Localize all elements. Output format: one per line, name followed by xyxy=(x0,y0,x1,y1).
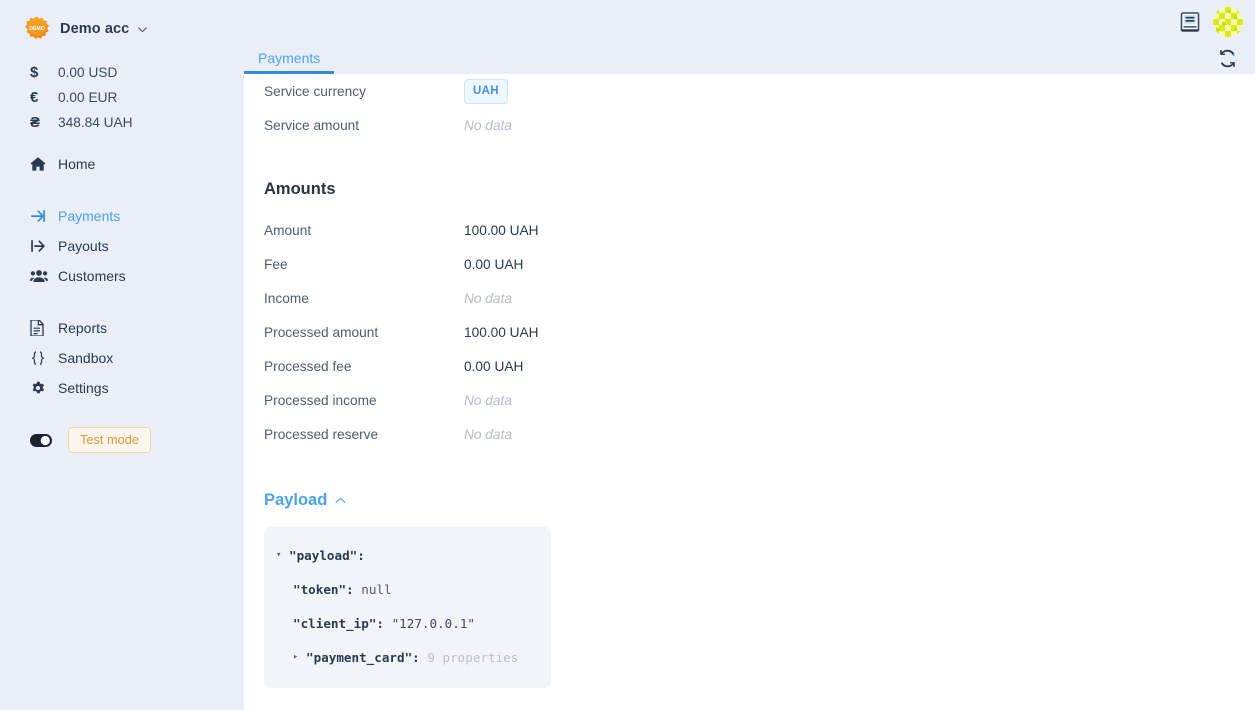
json-key-token: "token": xyxy=(293,582,354,597)
row-label-service-amount: Service amount xyxy=(264,118,464,133)
row-service-currency: Service currency UAH xyxy=(264,74,1255,108)
sidebar-item-label-customers: Customers xyxy=(58,268,126,284)
row-label-processed-amount: Processed amount xyxy=(264,325,464,340)
row-label-service-currency: Service currency xyxy=(264,84,464,99)
payload-toggle[interactable]: Payload xyxy=(264,491,347,510)
json-line-client-ip: "client_ip": "127.0.0.1" xyxy=(264,606,551,640)
document-icon xyxy=(30,320,58,336)
user-avatar-identicon[interactable] xyxy=(1213,7,1243,37)
nav-group-primary: Home xyxy=(0,149,244,179)
row-label-fee: Fee xyxy=(264,257,464,272)
caret-down-icon[interactable]: ▾ xyxy=(276,551,289,560)
main-area: Payments Service currency UAH Service am… xyxy=(244,0,1255,710)
sign-out-arrow-icon xyxy=(30,238,58,254)
json-line-payment-card[interactable]: ▸"payment_card": 9 properties xyxy=(264,640,551,674)
sidebar-item-label-payments: Payments xyxy=(58,208,120,224)
payload-json-viewer: ▾"payload": "token": null "client_ip": "… xyxy=(264,526,551,688)
caret-right-icon[interactable]: ▸ xyxy=(293,653,306,662)
sidebar-nav: Home Payments xyxy=(0,149,244,455)
row-value-processed-amount: 100.00 UAH xyxy=(464,325,539,340)
nav-group-tools: Reports Sandbox xyxy=(0,313,244,403)
tab-strip: Payments xyxy=(244,44,1255,74)
balance-row-eur: € 0.00 EUR xyxy=(0,85,244,110)
payload-title: Payload xyxy=(264,491,327,510)
sidebar-item-label-sandbox: Sandbox xyxy=(58,350,113,366)
row-value-amount: 100.00 UAH xyxy=(464,223,539,238)
json-value-payment-card: 9 properties xyxy=(427,650,518,665)
account-switcher[interactable]: DEMO Demo acc xyxy=(0,10,244,44)
service-currency-badge: UAH xyxy=(464,79,508,104)
row-value-fee: 0.00 UAH xyxy=(464,257,523,272)
json-value-token: null xyxy=(361,582,391,597)
row-label-income: Income xyxy=(264,291,464,306)
usd-symbol-icon: $ xyxy=(30,64,58,81)
row-label-amount: Amount xyxy=(264,223,464,238)
toggle-switch-icon[interactable] xyxy=(30,434,54,447)
row-value-income: No data xyxy=(464,291,512,306)
balance-amount-usd: 0.00 USD xyxy=(58,65,117,80)
chevron-up-icon[interactable] xyxy=(334,494,347,507)
code-braces-icon xyxy=(30,350,58,366)
json-key-payment-card: "payment_card": xyxy=(306,650,420,665)
section-title-amounts: Amounts xyxy=(264,180,1255,199)
eur-symbol-icon: € xyxy=(30,89,58,106)
row-income: Income No data xyxy=(264,281,1255,315)
sidebar-item-label-home: Home xyxy=(58,156,95,172)
balance-row-usd: $ 0.00 USD xyxy=(0,60,244,85)
sidebar-item-payouts[interactable]: Payouts xyxy=(0,231,244,261)
row-service-amount: Service amount No data xyxy=(264,108,1255,142)
row-processed-income: Processed income No data xyxy=(264,383,1255,417)
gear-icon xyxy=(30,380,58,396)
uah-symbol-icon: ₴ xyxy=(30,114,58,131)
test-mode-row: Test mode xyxy=(0,425,244,455)
book-icon[interactable] xyxy=(1179,11,1201,33)
sidebar-item-settings[interactable]: Settings xyxy=(0,373,244,403)
balance-amount-eur: 0.00 EUR xyxy=(58,90,117,105)
sidebar-item-label-reports: Reports xyxy=(58,320,107,336)
test-mode-badge[interactable]: Test mode xyxy=(68,427,151,453)
refresh-icon[interactable] xyxy=(1218,49,1237,68)
json-line-payload-root[interactable]: ▾"payload": xyxy=(264,538,551,572)
json-line-token: "token": null xyxy=(264,572,551,606)
demo-logo-icon: DEMO xyxy=(24,16,50,42)
row-processed-amount: Processed amount 100.00 UAH xyxy=(264,315,1255,349)
svg-text:DEMO: DEMO xyxy=(29,26,45,32)
balances-list: $ 0.00 USD € 0.00 EUR ₴ 348.84 UAH xyxy=(0,60,244,135)
balance-row-uah: ₴ 348.84 UAH xyxy=(0,110,244,135)
sidebar-item-home[interactable]: Home xyxy=(0,149,244,179)
row-processed-fee: Processed fee 0.00 UAH xyxy=(264,349,1255,383)
row-value-processed-reserve: No data xyxy=(464,427,512,442)
json-key-payload: "payload": xyxy=(289,548,365,563)
details-panel: Service currency UAH Service amount No d… xyxy=(244,74,1255,710)
sidebar: DEMO Demo acc $ 0.00 USD € 0.00 EUR ₴ 34… xyxy=(0,0,244,710)
app-root: DEMO Demo acc $ 0.00 USD € 0.00 EUR ₴ 34… xyxy=(0,0,1255,710)
row-fee: Fee 0.00 UAH xyxy=(264,247,1255,281)
sidebar-item-label-payouts: Payouts xyxy=(58,238,109,254)
topbar xyxy=(244,0,1255,44)
sidebar-item-payments[interactable]: Payments xyxy=(0,201,244,231)
row-label-processed-reserve: Processed reserve xyxy=(264,427,464,442)
row-value-processed-income: No data xyxy=(464,393,512,408)
row-label-processed-fee: Processed fee xyxy=(264,359,464,374)
json-key-client-ip: "client_ip": xyxy=(293,616,384,631)
row-processed-reserve: Processed reserve No data xyxy=(264,417,1255,451)
account-name: Demo acc xyxy=(60,21,129,37)
sidebar-item-label-settings: Settings xyxy=(58,380,109,396)
sidebar-item-customers[interactable]: Customers xyxy=(0,261,244,291)
row-label-processed-income: Processed income xyxy=(264,393,464,408)
row-amount: Amount 100.00 UAH xyxy=(264,213,1255,247)
chevron-down-icon[interactable] xyxy=(137,24,148,35)
users-icon xyxy=(30,268,58,284)
sidebar-item-sandbox[interactable]: Sandbox xyxy=(0,343,244,373)
balance-amount-uah: 348.84 UAH xyxy=(58,115,133,130)
sidebar-item-reports[interactable]: Reports xyxy=(0,313,244,343)
row-value-processed-fee: 0.00 UAH xyxy=(464,359,523,374)
home-icon xyxy=(30,156,58,172)
tab-payments-label: Payments xyxy=(258,50,320,66)
tab-payments[interactable]: Payments xyxy=(244,50,334,74)
sign-in-arrow-icon xyxy=(30,208,58,224)
row-value-service-amount: No data xyxy=(464,118,512,133)
nav-group-operations: Payments Payouts xyxy=(0,201,244,291)
json-value-client-ip: "127.0.0.1" xyxy=(392,616,475,631)
